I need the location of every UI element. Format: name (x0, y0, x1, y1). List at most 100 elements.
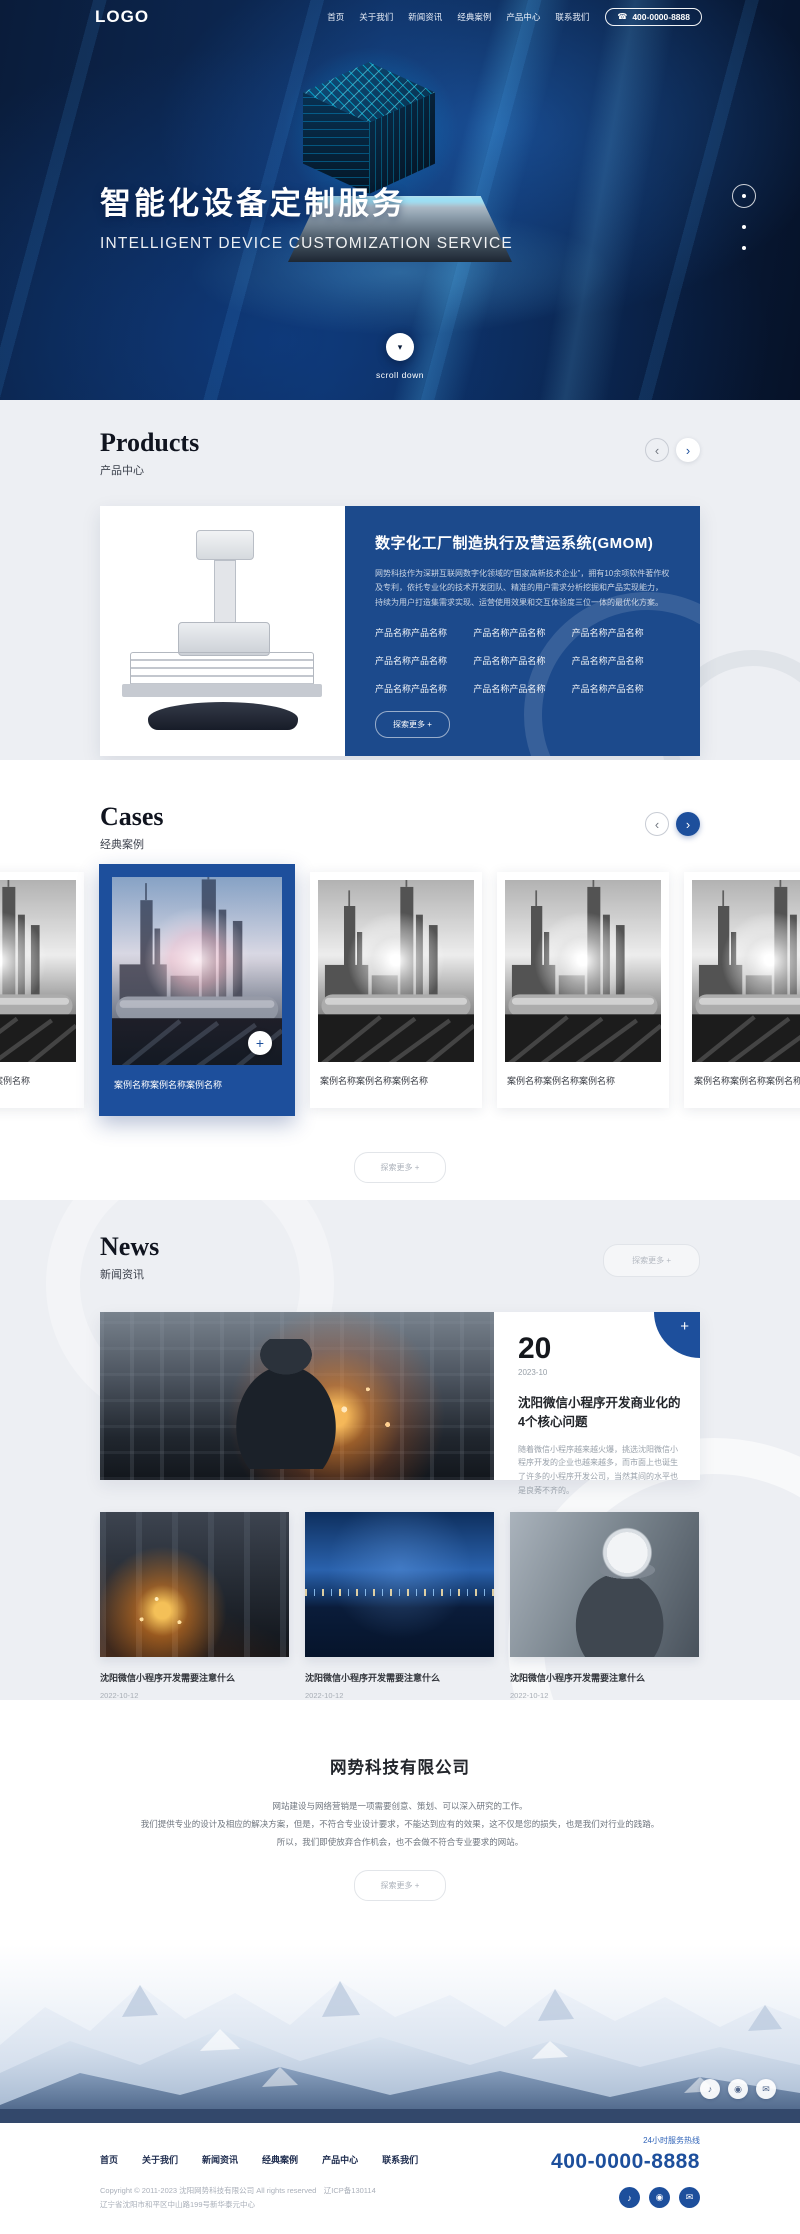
hotline-label: 24小时服务热线 (551, 2135, 700, 2146)
products-subtitle: 产品中心 (100, 462, 199, 478)
scroll-down-arrow-icon: ▾ (398, 342, 403, 353)
news-actions: 探索更多 + (603, 1242, 700, 1277)
news-card[interactable]: 沈阳微信小程序开发需要注意什么 2022-10-12 (305, 1512, 494, 1700)
case-plus-button[interactable]: + (248, 1031, 272, 1055)
logo[interactable]: LOGO (95, 7, 149, 27)
case-photo (0, 880, 76, 1062)
news-title: News (100, 1234, 159, 1260)
featured-news-day: 20 (518, 1334, 682, 1364)
company-name: 网势科技有限公司 (0, 1754, 800, 1778)
product-card[interactable]: 数字化工厂制造执行及营运系统(GMOM) 网势科技作为深耕互联网数字化领域的“国… (100, 506, 700, 756)
hero-dot-2[interactable] (742, 225, 746, 229)
case-photo (318, 880, 474, 1062)
circuit-cube-graphic (303, 62, 435, 194)
product-link[interactable]: 产品名称产品名称 (572, 626, 670, 639)
cases-next-button[interactable]: › (676, 812, 700, 836)
news-card-title: 沈阳微信小程序开发需要注意什么 (305, 1671, 494, 1684)
product-link[interactable]: 产品名称产品名称 (572, 682, 670, 695)
scroll-down-button[interactable]: ▾ (386, 333, 414, 361)
case-photo (692, 880, 800, 1062)
site-header: LOGO 首页 关于我们 新闻资讯 经典案例 产品中心 联系我们 ☎ 400-0… (0, 0, 800, 34)
footer-phone-number: 400-0000-8888 (551, 2150, 700, 2174)
news-card-date: 2022-10-12 (100, 1691, 289, 1700)
contact-icon[interactable]: ✉ (756, 2079, 776, 2099)
header-phone-button[interactable]: ☎ 400-0000-8888 (605, 8, 702, 26)
news-card-date: 2022-10-12 (305, 1691, 494, 1700)
news-card-title: 沈阳微信小程序开发需要注意什么 (100, 1671, 289, 1684)
case-card-active[interactable]: + 案例名称案例名称案例名称 (99, 864, 295, 1116)
news-more-button[interactable]: 探索更多 + (603, 1244, 700, 1277)
news-card-date: 2022-10-12 (510, 1691, 699, 1700)
product-link[interactable]: 产品名称产品名称 (375, 654, 473, 667)
douyin-icon[interactable]: ♪ (700, 2079, 720, 2099)
products-prev-button[interactable]: ‹ (645, 438, 669, 462)
company-intro: 网站建设与网络营销是一项需要创意、策划、可以深入研究的工作。 我们提供专业的设计… (0, 1798, 800, 1852)
hero-copy: 智能化设备定制服务 INTELLIGENT DEVICE CUSTOMIZATI… (100, 178, 513, 253)
copyright: Copyright © 2011-2023 沈阳网势科技有限公司 All rig… (100, 2184, 418, 2213)
cases-carousel: 案例名称案例名称案例名称 + 案例名称案例名称案例名称 案例名称案例名称案例名称… (0, 864, 800, 1116)
cases-header: Cases 经典案例 ‹ › (100, 804, 700, 852)
scroll-down-label: scroll down (0, 370, 800, 380)
product-links: 产品名称产品名称 产品名称产品名称 产品名称产品名称 产品名称产品名称 产品名称… (375, 626, 670, 695)
mountain-photo: ♪ ◉ ✉ (0, 1945, 800, 2123)
weibo-icon[interactable]: ◉ (649, 2187, 670, 2208)
product-image (100, 506, 345, 756)
nav-contact[interactable]: 联系我们 (555, 11, 589, 23)
case-card[interactable]: 案例名称案例名称案例名称 (310, 872, 482, 1108)
news-card[interactable]: 沈阳微信小程序开发需要注意什么 2022-10-12 (100, 1512, 289, 1700)
news-card[interactable]: 沈阳微信小程序开发需要注意什么 2022-10-12 (510, 1512, 699, 1700)
products-carousel-arrows: ‹ › (645, 438, 700, 462)
nav-products[interactable]: 产品中心 (506, 11, 540, 23)
products-title: Products (100, 430, 199, 456)
footer-nav-contact[interactable]: 联系我们 (382, 2153, 418, 2166)
weibo-icon[interactable]: ◉ (728, 2079, 748, 2099)
footer-nav-home[interactable]: 首页 (100, 2153, 118, 2166)
cases-section: Cases 经典案例 ‹ › 案例名称案例名称案例名称 + 案例名称案例名称案例… (0, 760, 800, 1200)
case-card[interactable]: 案例名称案例名称案例名称 (0, 872, 84, 1108)
douyin-icon[interactable]: ♪ (619, 2187, 640, 2208)
copyright-line: Copyright © 2011-2023 沈阳网势科技有限公司 All rig… (100, 2184, 418, 2198)
products-more-button[interactable]: 探索更多 + (375, 711, 450, 738)
product-link[interactable]: 产品名称产品名称 (572, 654, 670, 667)
product-link[interactable]: 产品名称产品名称 (473, 654, 571, 667)
footer-nav-news[interactable]: 新闻资讯 (202, 2153, 238, 2166)
case-card[interactable]: 案例名称案例名称案例名称 (684, 872, 800, 1108)
footer-nav-about[interactable]: 关于我们 (142, 2153, 178, 2166)
address-line: 辽宁省沈阳市和平区中山路199号新华泰元中心 (100, 2198, 418, 2212)
product-link[interactable]: 产品名称产品名称 (473, 682, 571, 695)
about-more-row: 探索更多 + (0, 1870, 800, 1901)
cases-more-button[interactable]: 探索更多 + (354, 1152, 447, 1183)
main-nav: 首页 关于我们 新闻资讯 经典案例 产品中心 联系我们 (327, 11, 589, 23)
cases-more-row: 探索更多 + (0, 1152, 800, 1183)
footer: 首页 关于我们 新闻资讯 经典案例 产品中心 联系我们 Copyright © … (0, 2123, 800, 2234)
hero-dot-active[interactable] (732, 184, 756, 208)
footer-nav-products[interactable]: 产品中心 (322, 2153, 358, 2166)
nav-about[interactable]: 关于我们 (359, 11, 393, 23)
footer-nav-cases[interactable]: 经典案例 (262, 2153, 298, 2166)
product-title: 数字化工厂制造执行及营运系统(GMOM) (375, 532, 670, 553)
hero-pagination-dots (732, 184, 756, 250)
news-subtitle: 新闻资讯 (100, 1266, 159, 1282)
contact-icon[interactable]: ✉ (679, 2187, 700, 2208)
cases-prev-button[interactable]: ‹ (645, 812, 669, 836)
products-next-button[interactable]: › (676, 438, 700, 462)
hero-banner: LOGO 首页 关于我们 新闻资讯 经典案例 产品中心 联系我们 ☎ 400-0… (0, 0, 800, 400)
case-title: 案例名称案例名称案例名称 (692, 1062, 800, 1087)
company-intro-line: 我们提供专业的设计及相应的解决方案，但是，不符合专业设计要求，不能达到应有的效果… (0, 1816, 800, 1834)
nav-news[interactable]: 新闻资讯 (408, 11, 442, 23)
about-more-button[interactable]: 探索更多 + (354, 1870, 447, 1901)
product-link[interactable]: 产品名称产品名称 (375, 626, 473, 639)
nav-cases[interactable]: 经典案例 (457, 11, 491, 23)
news-photo (510, 1512, 699, 1657)
product-link[interactable]: 产品名称产品名称 (375, 682, 473, 695)
featured-news-card[interactable]: + 20 2023-10 沈阳微信小程序开发商业化的4个核心问题 随着微信小程序… (100, 1312, 700, 1480)
nav-home[interactable]: 首页 (327, 11, 344, 23)
hero-subtitle: INTELLIGENT DEVICE CUSTOMIZATION SERVICE (100, 235, 513, 253)
case-title: 案例名称案例名称案例名称 (318, 1062, 474, 1087)
product-link[interactable]: 产品名称产品名称 (473, 626, 571, 639)
company-intro-line: 网站建设与网络营销是一项需要创意、策划、可以深入研究的工作。 (0, 1798, 800, 1816)
company-intro-line: 所以，我们即使放弃合作机会，也不会做不符合专业要求的网站。 (0, 1834, 800, 1852)
scroll-down: ▾ scroll down (0, 333, 800, 380)
hero-dot-3[interactable] (742, 246, 746, 250)
case-card[interactable]: 案例名称案例名称案例名称 (497, 872, 669, 1108)
